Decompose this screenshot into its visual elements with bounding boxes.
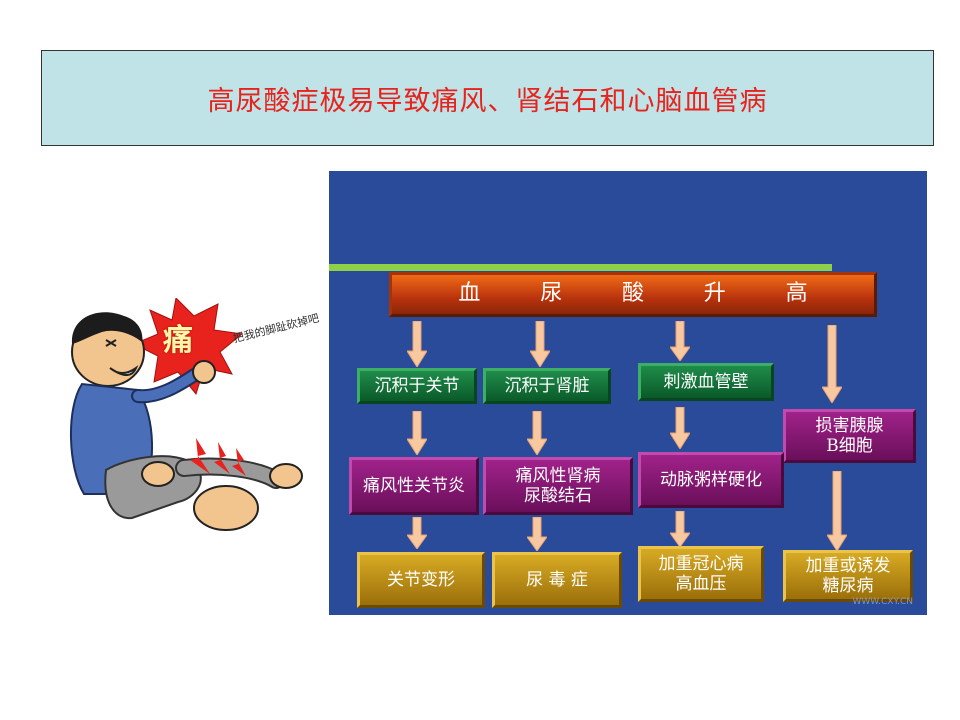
arrow-down-icon: [827, 471, 847, 551]
watermark: WWW.CXY.CN: [852, 597, 913, 607]
title-banner: 高尿酸症极易导致痛风、肾结石和心脑血管病: [41, 50, 934, 146]
root-label: 血 尿 酸 升 高: [458, 281, 826, 307]
node-joint-deformity: 关节变形: [357, 552, 485, 608]
page-title: 高尿酸症极易导致痛风、肾结石和心脑血管病: [207, 85, 768, 117]
node-gout-arthritis: 痛风性关节炎: [349, 457, 479, 515]
node-atherosclerosis: 动脉粥样硬化: [638, 452, 784, 508]
node-pancreas-damage: 损害胰腺 B细胞: [783, 409, 916, 463]
arrow-down-icon: [407, 321, 427, 367]
foot: [193, 485, 259, 531]
arrow-down-icon: [527, 517, 547, 551]
node-diabetes: 加重或诱发 糖尿病: [783, 550, 913, 602]
green-accent-bar: [329, 264, 832, 271]
node-vessel-irritation: 刺激血管壁: [638, 363, 774, 401]
node-coronary-hypertension: 加重冠心病 高血压: [638, 546, 764, 602]
arrow-down-icon: [670, 511, 690, 547]
arrow-down-icon: [670, 321, 690, 361]
node-joint-deposit: 沉积于关节: [357, 368, 477, 404]
root-node: 血 尿 酸 升 高: [389, 272, 877, 317]
arrow-down-icon: [407, 411, 427, 455]
diagram-panel: 血 尿 酸 升 高 沉积于关节 沉积于肾脏 刺激血管壁 损害胰腺 B细胞 痛风性…: [329, 171, 927, 615]
arrow-down-icon: [527, 411, 547, 455]
node-gout-nephropathy: 痛风性肾病 尿酸结石: [483, 457, 633, 515]
arrow-down-icon: [670, 407, 690, 449]
node-kidney-deposit: 沉积于肾脏: [483, 368, 611, 404]
arrow-down-icon: [530, 321, 550, 367]
pain-character: 痛: [163, 323, 193, 358]
arrow-down-icon: [407, 517, 427, 549]
node-uremia: 尿 毒 症: [492, 552, 622, 608]
arrow-down-icon: [822, 325, 842, 403]
